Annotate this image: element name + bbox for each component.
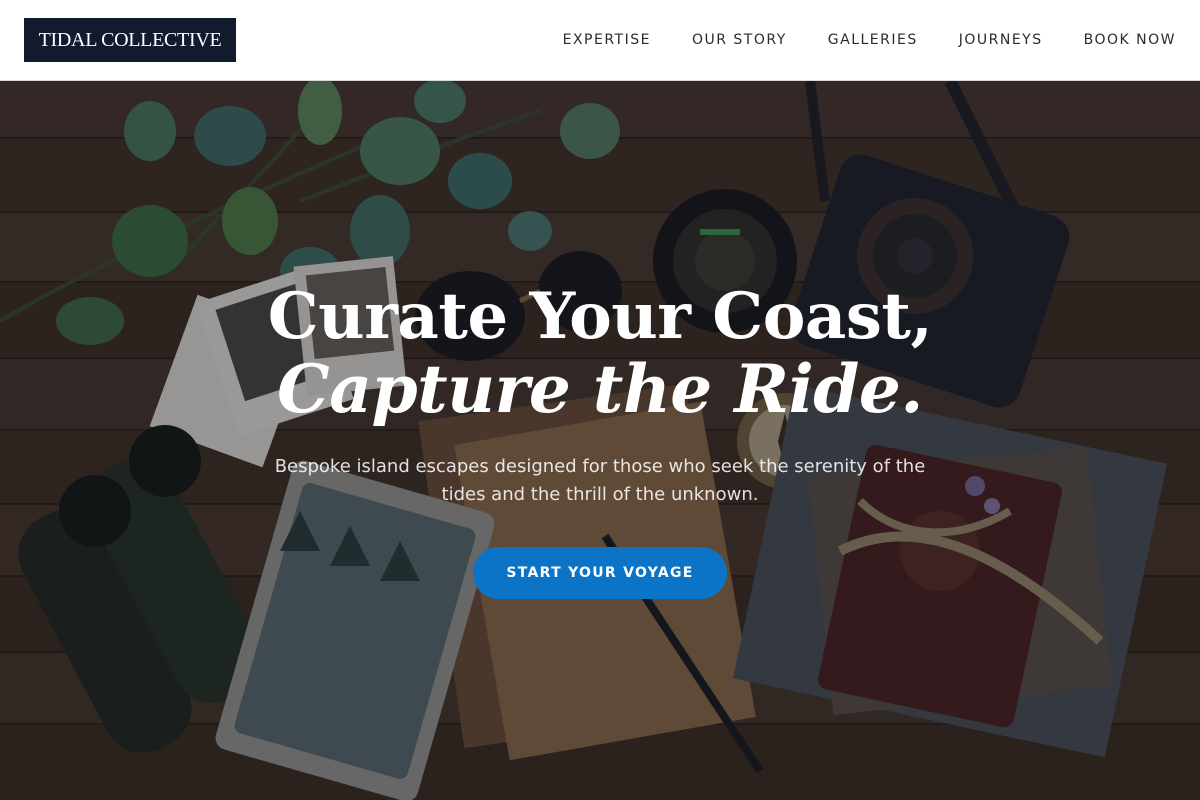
hero-headline-line1: Curate Your Coast, xyxy=(267,279,933,354)
hero-section: Curate Your Coast, Capture the Ride. Bes… xyxy=(0,81,1200,800)
nav-item-our-story[interactable]: OUR STORY xyxy=(692,30,787,50)
hero-overlay xyxy=(0,81,1200,800)
nav-item-galleries[interactable]: GALLERIES xyxy=(828,30,918,50)
site-header: TIDAL COLLECTIVE EXPERTISE OUR STORY GAL… xyxy=(0,0,1200,81)
nav-item-book-now[interactable]: BOOK NOW xyxy=(1084,30,1176,50)
hero-headline-line2: Capture the Ride. xyxy=(277,350,923,428)
nav-item-expertise[interactable]: EXPERTISE xyxy=(563,30,651,50)
main-nav: EXPERTISE OUR STORY GALLERIES JOURNEYS B… xyxy=(522,30,1176,50)
start-voyage-button[interactable]: START YOUR VOYAGE xyxy=(473,547,727,599)
hero-subtitle: Bespoke island escapes designed for thos… xyxy=(274,456,926,505)
hero-headline: Curate Your Coast, Capture the Ride. xyxy=(0,279,1200,428)
nav-item-journeys[interactable]: JOURNEYS xyxy=(959,30,1043,50)
brand-logo[interactable]: TIDAL COLLECTIVE xyxy=(24,18,236,62)
